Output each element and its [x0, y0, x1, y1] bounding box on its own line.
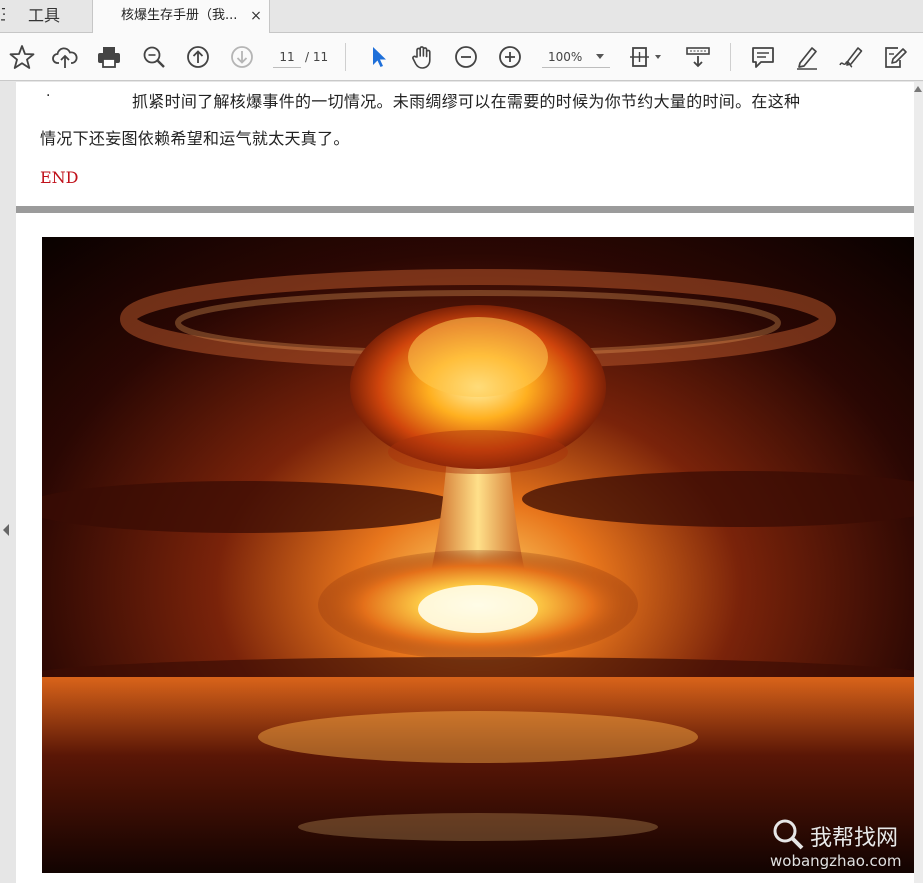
- tab-tools[interactable]: 工具: [28, 0, 60, 32]
- page-number-input[interactable]: 11: [273, 46, 301, 68]
- vertical-scrollbar[interactable]: [914, 82, 923, 883]
- page-10: · 抓紧时间了解核爆事件的一切情况。未雨绸缪可以在需要的时候为你节约大量的时间。…: [16, 82, 914, 206]
- paragraph-line-2: 情况下还妄图依赖希望和运气就太天真了。: [40, 129, 350, 148]
- page-total: / 11: [305, 50, 329, 64]
- menu-edge[interactable]: 三: [0, 0, 5, 32]
- cloud-upload-icon[interactable]: [51, 43, 79, 71]
- share-edit-icon[interactable]: [881, 43, 909, 71]
- watermark-text: 我帮找网: [810, 826, 899, 851]
- toolbar: 11 / 11 100%: [0, 33, 923, 81]
- tab-document-title: 核爆生存手册（我...: [121, 8, 238, 23]
- hand-icon[interactable]: [408, 43, 436, 71]
- toolbar-separator: [345, 43, 346, 71]
- tab-document[interactable]: 核爆生存手册（我... ×: [92, 0, 270, 34]
- select-cursor-icon[interactable]: [365, 43, 393, 71]
- highlight-pen-icon[interactable]: [793, 43, 821, 71]
- star-icon[interactable]: [8, 43, 36, 71]
- toolbar-separator: [730, 43, 731, 71]
- left-panel-toggle-icon[interactable]: [3, 524, 9, 536]
- nuclear-explosion-image: [42, 237, 914, 873]
- page-separator: [16, 206, 914, 213]
- page-down-icon[interactable]: [228, 43, 256, 71]
- scroll-up-icon[interactable]: [914, 86, 922, 92]
- document-viewport[interactable]: · 抓紧时间了解核爆事件的一切情况。未雨绸缪可以在需要的时候为你节约大量的时间。…: [0, 82, 923, 883]
- watermark: 我帮找网 wobangzhao.com: [768, 816, 918, 878]
- zoom-out-icon[interactable]: [452, 43, 480, 71]
- watermark-url: wobangzhao.com: [770, 852, 902, 870]
- page-11: [16, 213, 914, 883]
- body-paragraph: 抓紧时间了解核爆事件的一切情况。未雨绸缪可以在需要的时候为你节约大量的时间。在这…: [40, 82, 900, 159]
- close-tab-icon[interactable]: ×: [249, 9, 263, 23]
- zoom-search-icon[interactable]: [140, 43, 168, 71]
- end-mark: END: [40, 168, 79, 187]
- fit-page-icon[interactable]: [628, 43, 664, 71]
- paragraph-line-1: 抓紧时间了解核爆事件的一切情况。未雨绸缪可以在需要的时候为你节约大量的时间。在这…: [132, 92, 801, 111]
- chevron-down-icon: [596, 54, 604, 59]
- print-icon[interactable]: [95, 43, 123, 71]
- zoom-level-value: 100%: [548, 50, 583, 64]
- page-up-icon[interactable]: [184, 43, 212, 71]
- zoom-level-select[interactable]: 100%: [542, 46, 610, 68]
- sign-icon[interactable]: [837, 43, 865, 71]
- zoom-in-icon[interactable]: [496, 43, 524, 71]
- tab-bar: 三 工具 核爆生存手册（我... ×: [0, 0, 923, 34]
- scroll-mode-icon[interactable]: [684, 43, 712, 71]
- magnifier-icon: [773, 819, 804, 850]
- comment-icon[interactable]: [749, 43, 777, 71]
